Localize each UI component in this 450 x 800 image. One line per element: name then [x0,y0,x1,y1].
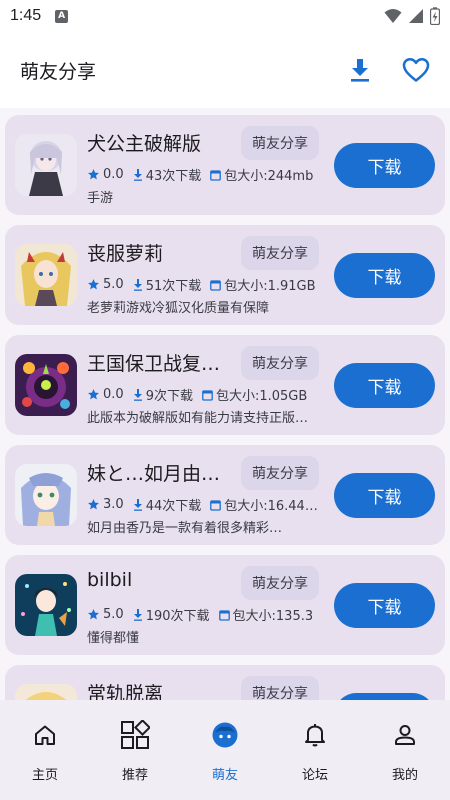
category-tag[interactable]: 萌友分享 [241,566,319,600]
status-icons [384,7,440,25]
download-icon[interactable] [348,57,372,83]
app-card[interactable]: 犬公主破解版 萌友分享 0.0 43次下载 包大小:244mb 手游 下载 [5,115,445,215]
status-time: 1:45 [10,7,42,24]
accessibility-indicator-icon: A [55,9,69,23]
download-button[interactable]: 下载 [334,363,435,408]
rating: 3.0 [87,497,124,512]
package-size: 包大小:1.91GB [210,275,316,294]
category-tag[interactable]: 萌友分享 [241,456,319,490]
package-size: 包大小:1.05GB [202,385,307,404]
app-thumbnail [15,574,77,636]
calendar-icon [210,169,222,181]
package-size: 包大小:135.3 [218,605,313,624]
category-tag[interactable]: 萌友分享 [241,346,319,380]
app-name: 常轨脱离 [87,683,164,700]
app-meta: 0.0 9次下载 包大小:1.05GB [87,385,327,404]
bell-icon [303,718,327,752]
rating: 5.0 [87,607,124,622]
category-tag[interactable]: 萌友分享 [241,676,319,700]
app-meta: 5.0 190次下载 包大小:135.3 [87,605,327,624]
app-thumbnail [15,464,77,526]
star-icon [88,499,99,510]
download-small-icon [133,608,142,621]
nav-label: 萌友 [211,768,238,783]
status-bar: 1:45 A [0,0,450,32]
calendar-icon [202,389,213,401]
package-size: 包大小:16.44… [210,495,318,514]
category-tag[interactable]: 萌友分享 [241,126,319,160]
star-icon [88,169,99,180]
nav-item-forum[interactable]: 论坛 [275,718,355,783]
app-thumbnail [15,354,77,416]
app-description: 懂得都懂 [87,631,140,646]
app-bar: 萌友分享 [0,32,450,108]
download-count: 51次下载 [133,275,201,294]
download-small-icon [133,168,142,181]
app-description: 如月由香乃是一款有着很多精彩… [87,521,283,536]
download-count: 44次下载 [133,495,201,514]
download-count: 9次下载 [133,385,193,404]
package-size: 包大小:244mb [210,165,313,184]
download-small-icon [133,388,142,401]
app-name: 丧服萝莉 [87,243,164,265]
download-button[interactable]: 下载 [334,473,435,518]
download-count: 43次下载 [133,165,201,184]
nav-item-home[interactable]: 主页 [5,718,85,783]
app-meta: 3.0 44次下载 包大小:16.44… [87,495,327,514]
person-icon [393,718,417,752]
app-name: bilbil [87,569,133,591]
rating: 0.0 [87,387,124,402]
nav-item-profile[interactable]: 我的 [365,718,445,783]
app-name: 犬公主破解版 [87,133,202,155]
nav-label: 我的 [391,768,418,783]
app-description: 此版本为破解版如有能力请支持正版… [87,411,309,426]
app-card[interactable]: 常轨脱离 萌友分享 下载 [5,665,445,700]
app-bar-actions [348,57,430,83]
app-card[interactable]: bilbil 萌友分享 5.0 190次下载 包大小:135.3 懂得都懂 下载 [5,555,445,655]
download-small-icon [133,278,142,291]
nav-item-recommend[interactable]: 推荐 [95,718,175,783]
nav-item-friends[interactable]: 萌友 [185,718,265,783]
app-card[interactable]: 丧服萝莉 萌友分享 5.0 51次下载 包大小:1.91GB 老萝莉游戏冷狐汉化… [5,225,445,325]
download-button[interactable]: 下载 [334,143,435,188]
app-thumbnail [15,134,77,196]
nav-label: 论坛 [301,768,328,783]
face-icon [211,718,239,752]
signal-icon [409,9,423,23]
battery-icon [430,7,440,25]
page-title: 萌友分享 [20,60,97,83]
wifi-icon [384,9,402,23]
star-icon [88,279,99,290]
grid-icon [120,718,150,752]
calendar-icon [210,499,222,511]
app-card[interactable]: 王国保卫战复… 萌友分享 0.0 9次下载 包大小:1.05GB 此版本为破解版… [5,335,445,435]
calendar-icon [210,279,222,291]
app-thumbnail [15,244,77,306]
app-card[interactable]: 妹と…如月由… 萌友分享 3.0 44次下载 包大小:16.44… 如月由香乃是… [5,445,445,545]
download-button[interactable]: 下载 [334,693,435,700]
star-icon [88,389,99,400]
heart-icon[interactable] [402,57,430,83]
download-button[interactable]: 下载 [334,253,435,298]
download-button[interactable]: 下载 [334,583,435,628]
star-icon [88,609,99,620]
bottom-navigation: 主页 推荐 萌友 论坛 我的 [0,700,450,800]
app-name: 王国保卫战复… [87,353,221,375]
app-meta: 5.0 51次下载 包大小:1.91GB [87,275,327,294]
app-name: 妹と…如月由… [87,463,221,485]
app-meta: 0.0 43次下载 包大小:244mb [87,165,327,184]
home-icon [33,718,57,752]
nav-label: 主页 [31,768,58,783]
download-small-icon [133,498,142,511]
calendar-icon [218,609,230,621]
download-count: 190次下载 [133,605,210,624]
rating: 0.0 [87,167,124,182]
app-list[interactable]: 犬公主破解版 萌友分享 0.0 43次下载 包大小:244mb 手游 下载 丧服… [0,108,450,700]
app-description: 老萝莉游戏冷狐汉化质量有保障 [87,301,270,316]
app-description: 手游 [87,191,114,206]
nav-label: 推荐 [121,768,148,783]
app-thumbnail [15,684,77,700]
category-tag[interactable]: 萌友分享 [241,236,319,270]
rating: 5.0 [87,277,124,292]
